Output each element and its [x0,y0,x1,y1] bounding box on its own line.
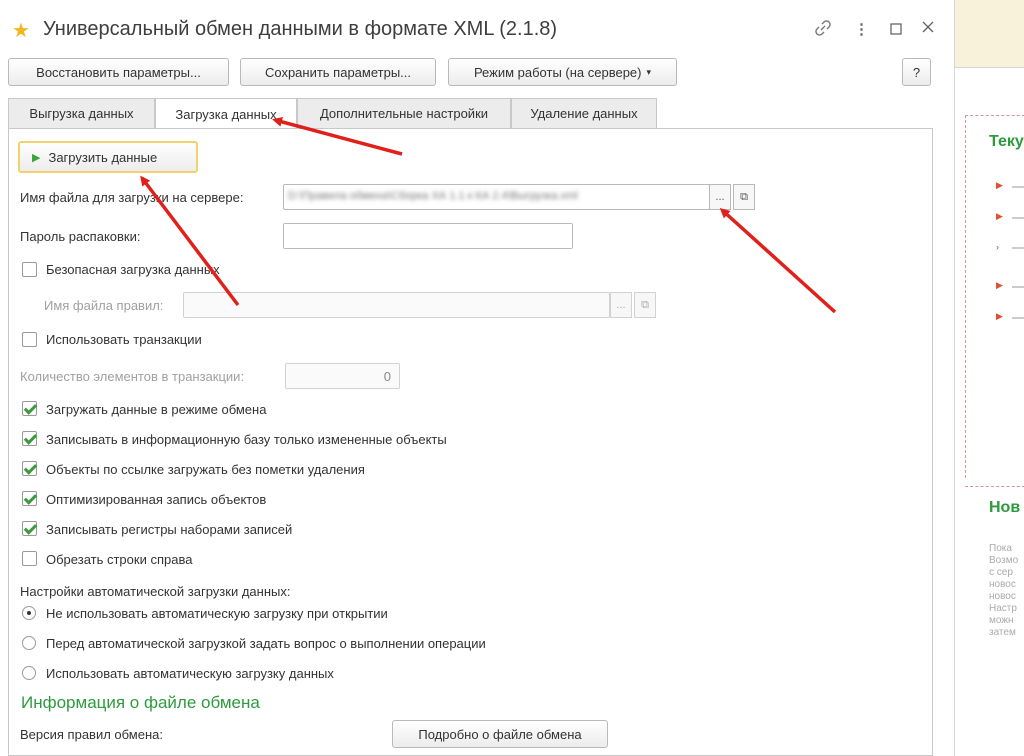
open-file-icon[interactable]: ⧉ [733,184,755,210]
news-line: Пока [989,543,1012,554]
news-line: новос [989,579,1016,590]
link-icon[interactable] [815,20,831,40]
background-current-box [965,115,1024,478]
load-data-button[interactable]: ▶ Загрузить данные [18,141,198,173]
background-top-strip [955,0,1024,68]
title-bar: ★ Универсальный обмен данными в формате … [0,0,954,56]
option-label-register-sets: Записывать регистры наборами записей [46,522,293,537]
main-window: ★ Универсальный обмен данными в формате … [0,0,954,756]
rules-file-input[interactable] [183,292,610,318]
file-name-input[interactable]: D:\Правила обмена\Сборка ХА 1.1 к КА 2.4… [283,184,710,210]
file-info-heading: Информация о файле обмена [21,693,260,712]
news-line: новос [989,591,1016,602]
play-icon: ▶ [32,151,41,164]
blurred-item [1012,186,1024,188]
maximize-icon[interactable] [890,22,902,39]
tx-count-label: Количество элементов в транзакции: [20,369,245,384]
blurred-item [1012,286,1024,288]
more-icon[interactable]: ⋮ [854,20,869,38]
option-label-exchange-mode: Загружать данные в режиме обмена [46,402,267,417]
news-line: Настр [989,603,1017,614]
open-rules-icon[interactable]: ⧉ [634,292,656,318]
option-label-trim-right: Обрезать строки справа [46,552,193,567]
option-checkbox-register-sets[interactable] [22,521,37,536]
file-name-value: D:\Правила обмена\Сборка ХА 1.1 к КА 2.4… [288,190,578,202]
blurred-item [1012,317,1024,319]
tab-delete-data[interactable]: Удаление данных [511,98,657,128]
option-label-optimized-write: Оптимизированная запись объектов [46,492,267,507]
file-details-button[interactable]: Подробно о файле обмена [392,720,608,748]
news-line: Возмо [989,555,1019,566]
auto-load-radio-ask[interactable] [22,636,36,650]
news-line: затем [989,627,1016,638]
window-title: Универсальный обмен данными в формате XM… [43,18,558,40]
current-section-title: Теку [989,133,1024,150]
select-rules-button[interactable]: ... [610,292,632,318]
news-line: с сер [989,567,1013,578]
password-input[interactable] [283,223,573,249]
safe-load-checkbox[interactable] [22,262,37,277]
blurred-item [1012,217,1024,219]
blurred-item [1012,247,1024,249]
safe-load-label: Безопасная загрузка данных [46,262,220,277]
option-label-no-deletion-mark: Объекты по ссылке загружать без пометки … [46,462,365,477]
chevron-right-icon: › [996,242,999,252]
auto-load-radio-none[interactable] [22,606,36,620]
auto-load-heading: Настройки автоматической загрузки данных… [20,584,291,599]
rules-version-label: Версия правил обмена: [20,727,163,742]
bullet-icon: ▶ [996,311,1003,321]
help-button[interactable]: ? [902,58,931,86]
tab-export[interactable]: Выгрузка данных [8,98,155,128]
use-transactions-label: Использовать транзакции [46,332,202,347]
option-checkbox-trim-right[interactable] [22,551,37,566]
file-name-label: Имя файла для загрузки на сервере: [20,190,244,205]
run-mode-dropdown[interactable]: Режим работы (на сервере) ▾ [448,58,677,86]
chevron-down-icon: ▾ [646,66,652,77]
tab-additional-settings[interactable]: Дополнительные настройки [297,98,511,128]
tab-import[interactable]: Загрузка данных [155,98,297,129]
tx-count-input[interactable]: 0 [285,363,400,389]
restore-params-button[interactable]: Восстановить параметры... [8,58,229,86]
news-section-title: Нов [989,499,1021,516]
bullet-icon: ▶ [996,211,1003,221]
auto-load-label-use: Использовать автоматическую загрузку дан… [46,666,334,681]
password-label: Пароль распаковки: [20,229,141,244]
option-label-only-changed: Записывать в информационную базу только … [46,432,447,447]
news-line: можн [989,615,1014,626]
close-icon[interactable] [921,20,935,38]
auto-load-label-ask: Перед автоматической загрузкой задать во… [46,636,486,651]
background-home-pane: Теку ▶ ▶ › ▶ ▶ Нов Пока Возмо с сер ново… [954,0,1024,756]
option-checkbox-optimized-write[interactable] [22,491,37,506]
option-checkbox-exchange-mode[interactable] [22,401,37,416]
auto-load-label-none: Не использовать автоматическую загрузку … [46,606,388,621]
save-params-button[interactable]: Сохранить параметры... [240,58,436,86]
use-transactions-checkbox[interactable] [22,332,37,347]
select-file-button[interactable]: ... [709,184,731,210]
load-data-label: Загрузить данные [48,149,158,165]
auto-load-radio-use[interactable] [22,666,36,680]
news-text: Пока Возмо с сер новос новос Настр можн … [989,543,1018,639]
option-checkbox-no-deletion-mark[interactable] [22,461,37,476]
rules-file-label: Имя файла правил: [44,298,164,313]
bullet-icon: ▶ [996,280,1003,290]
option-checkbox-only-changed[interactable] [22,431,37,446]
bullet-icon: ▶ [996,180,1003,190]
background-separator [965,486,1024,487]
star-icon[interactable]: ★ [12,18,30,43]
run-mode-label: Режим работы (на сервере) [473,64,642,80]
